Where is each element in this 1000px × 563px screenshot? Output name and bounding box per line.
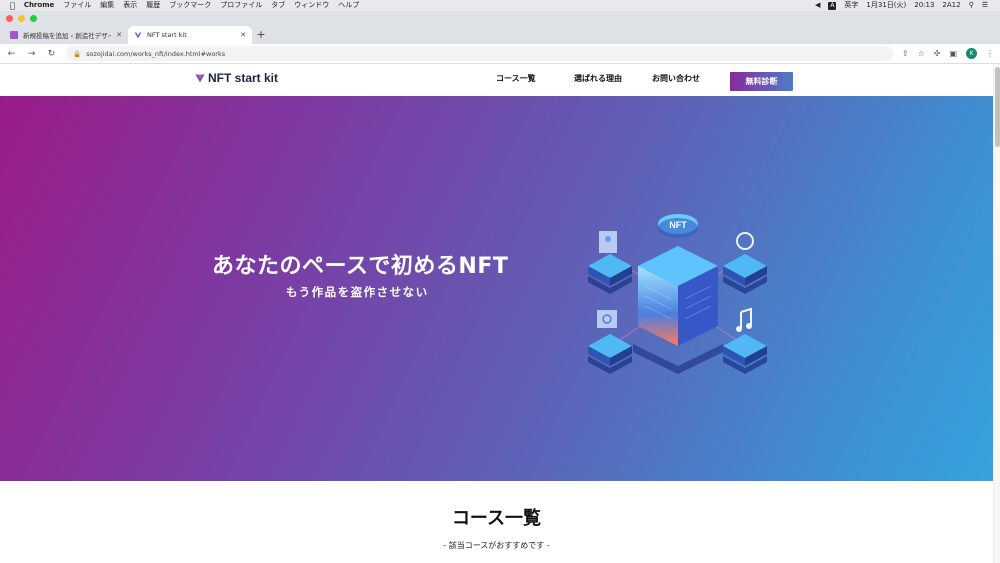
menu-bookmarks[interactable]: ブックマーク [169,0,211,11]
input-source-icon[interactable]: A [828,1,837,10]
logo-icon [195,74,205,83]
profile-avatar[interactable]: K [966,48,977,59]
scrollbar-thumb[interactable] [995,67,1000,147]
lock-icon[interactable]: 🔒 [73,50,81,58]
bookmark-star-icon[interactable]: ☆ [918,49,925,58]
url-text[interactable]: sozojidai.com/works_nft/index.html#works [86,50,225,58]
gamepad-platform [723,232,767,294]
menu-edit[interactable]: 編集 [100,0,114,11]
nft-favicon-icon [134,32,142,39]
browser-toolbar: ← → ↻ 🔒 sozojidai.com/works_nft/index.ht… [0,44,1000,64]
site-favicon-icon [10,31,18,39]
volume-icon[interactable]: ◀ [815,0,820,11]
site-header: NFT start kit コース一覧 選ばれる理由 お問い合わせ 無料診断 [0,64,993,96]
nft-badge-label: NFT [669,220,687,230]
nft-isometric-illustration: NFT [588,214,767,374]
apple-icon[interactable]:  [10,0,15,11]
extensions-icon[interactable]: ✣ [934,49,941,58]
close-window-button[interactable] [6,15,13,22]
reload-icon[interactable]: ↻ [46,49,57,59]
tab-title: 新規投稿を追加 ‹ 創造社デザイ… [23,32,112,40]
nft-badge: NFT [658,214,698,238]
browser-tab-active[interactable]: NFT start kit ✕ [128,26,252,44]
music-platform [723,307,767,374]
nav-reasons[interactable]: 選ばれる理由 [574,73,622,84]
browser-tab-strip: 新規投稿を追加 ‹ 創造社デザイ… ✕ NFT start kit ✕ + [0,11,1000,44]
new-tab-button[interactable]: + [252,26,270,44]
input-source-label: 英字 [844,1,859,9]
browser-tab[interactable]: 新規投稿を追加 ‹ 創造社デザイ… ✕ [4,26,128,44]
menu-help[interactable]: ヘルプ [338,0,359,11]
image-platform [588,231,632,294]
forward-icon[interactable]: → [26,49,37,59]
site-logo[interactable]: NFT start kit [195,71,278,85]
page-viewport: NFT start kit コース一覧 選ばれる理由 お問い合わせ 無料診断 あ… [0,64,993,563]
free-diagnosis-button[interactable]: 無料診断 [730,72,793,91]
menu-history[interactable]: 履歴 [146,0,160,11]
macos-menu-bar:  Chrome ファイル 編集 表示 履歴 ブックマーク プロファイル タブ … [0,0,1000,11]
courses-section-title: コース一覧 [451,508,542,529]
nav-courses[interactable]: コース一覧 [496,73,536,84]
menu-view[interactable]: 表示 [123,0,137,11]
address-bar[interactable]: 🔒 sozojidai.com/works_nft/index.html#wor… [66,46,893,61]
nft-cube [633,246,723,374]
side-panel-icon[interactable]: ▣ [949,49,957,58]
more-menu-icon[interactable]: ⋮ [986,49,994,58]
menu-window[interactable]: ウィンドウ [294,0,329,11]
menu-file[interactable]: ファイル [63,0,91,11]
menu-tab[interactable]: タブ [271,0,285,11]
minimize-window-button[interactable] [18,15,25,22]
menu-user[interactable]: 2A12 [942,0,960,11]
video-platform [588,310,632,374]
tab-title: NFT start kit [147,31,187,39]
back-icon[interactable]: ← [6,49,17,59]
share-icon[interactable]: ⇪ [902,49,909,58]
close-tab-icon[interactable]: ✕ [240,31,246,39]
hero-subtitle: もう作品を盗作させない [286,285,429,299]
page-scrollbar[interactable] [993,64,1000,563]
courses-section-subtitle: - 該当コースがおすすめです - [443,541,550,550]
hero-section: あなたのペースで初めるNFT もう作品を盗作させない NFT [0,96,993,481]
close-tab-icon[interactable]: ✕ [116,31,122,39]
menu-date[interactable]: 1月31日(火) [866,0,906,11]
menu-app-name[interactable]: Chrome [24,0,54,11]
window-controls [6,15,37,22]
logo-text: NFT start kit [208,71,279,85]
spotlight-search-icon[interactable]: ⚲ [969,0,974,11]
nav-contact[interactable]: お問い合わせ [652,73,700,84]
control-center-icon[interactable]: ☰ [982,0,988,11]
menu-profiles[interactable]: プロファイル [220,0,262,11]
zoom-window-button[interactable] [30,15,37,22]
hero-title: あなたのペースで初めるNFT [212,254,509,279]
menu-time[interactable]: 20:13 [914,0,934,11]
